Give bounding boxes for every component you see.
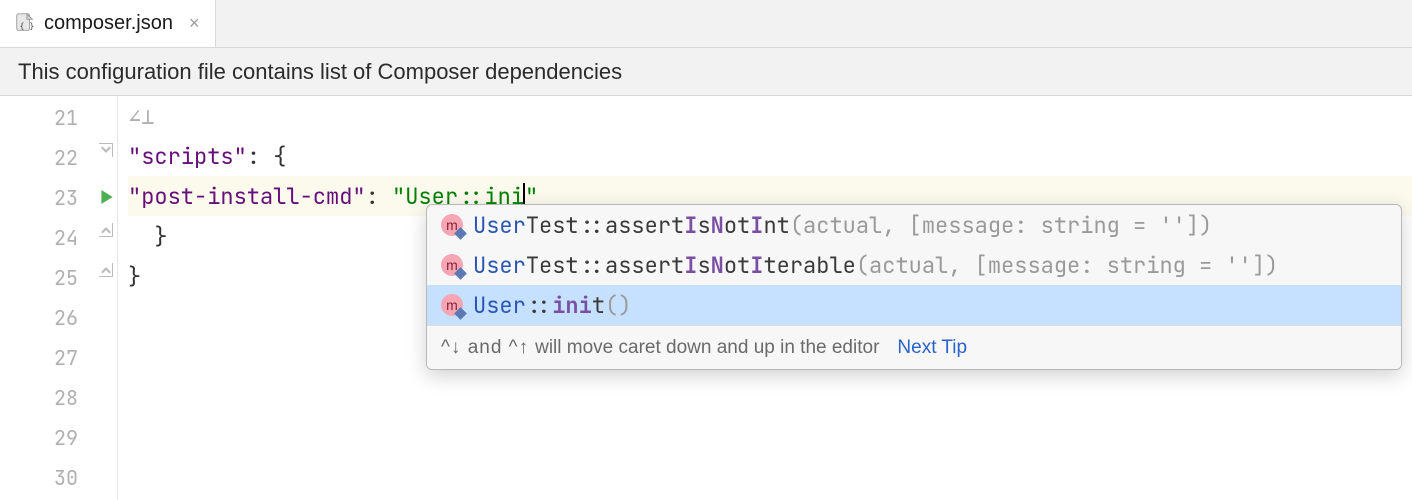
completion-popup: m UserTest::assertIsNotInt(actual, [mess… xyxy=(426,204,1402,370)
line-number: 25 xyxy=(0,258,94,298)
completion-text: UserTest::assertIsNotInt(actual, [messag… xyxy=(473,211,1212,240)
class-name: User xyxy=(473,251,526,280)
tab-filename: composer.json xyxy=(44,12,173,35)
json-file-icon: { } xyxy=(14,12,36,34)
class-name: User xyxy=(473,211,526,240)
method-part: ot xyxy=(724,251,750,280)
completion-item[interactable]: m UserTest::assertIsNotIterable(actual, … xyxy=(427,245,1401,285)
line-number: 28 xyxy=(0,378,94,418)
method-params: (actual, [message: string = '']) xyxy=(790,211,1212,240)
code-line: "scripts": { xyxy=(128,136,1412,176)
close-icon[interactable]: × xyxy=(187,13,202,34)
method-match: I xyxy=(684,211,697,240)
class-name-rest: Test xyxy=(526,251,579,280)
method-match: N xyxy=(711,211,724,240)
json-key: "scripts" xyxy=(128,142,247,171)
gutter: 21 22 23 24 25 26 27 28 29 30 xyxy=(0,96,94,500)
sep: :: xyxy=(579,251,605,280)
line-number: 27 xyxy=(0,338,94,378)
info-banner: This configuration file contains list of… xyxy=(0,48,1412,96)
line-number: 29 xyxy=(0,418,94,458)
json-punc: : xyxy=(366,182,392,211)
line-number: 26 xyxy=(0,298,94,338)
method-match: ini xyxy=(552,291,592,320)
completion-text: User::init() xyxy=(473,291,631,320)
hint-text: will move caret down and up in the edito… xyxy=(535,337,879,359)
fold-close-icon[interactable] xyxy=(98,222,114,238)
method-part: t xyxy=(592,291,605,320)
method-match: I xyxy=(750,211,763,240)
banner-text: This configuration file contains list of… xyxy=(18,59,622,85)
next-tip-link[interactable]: Next Tip xyxy=(897,337,967,359)
method-part: terable xyxy=(763,251,855,280)
line-number: 21 xyxy=(0,98,94,138)
method-match: I xyxy=(750,251,763,280)
completion-text: UserTest::assertIsNotIterable(actual, [m… xyxy=(473,251,1278,280)
editor-tab-composer-json[interactable]: { } composer.json × xyxy=(0,0,216,47)
method-match: N xyxy=(711,251,724,280)
method-params: (actual, [message: string = '']) xyxy=(856,251,1278,280)
json-punc: : { xyxy=(247,142,287,171)
line-number: 23 xyxy=(0,178,94,218)
code-line xyxy=(128,416,1412,456)
method-icon: m xyxy=(441,254,463,276)
tab-bar: { } composer.json × xyxy=(0,0,1412,48)
method-part: ot xyxy=(724,211,750,240)
sep: :: xyxy=(526,291,552,320)
code-line xyxy=(128,456,1412,496)
hint-shortcut: ^↓ and ^↑ xyxy=(441,337,529,359)
json-punc: } xyxy=(128,262,141,291)
method-part: assert xyxy=(605,211,684,240)
fold-close-icon[interactable] xyxy=(98,262,114,278)
json-string: " xyxy=(392,182,405,211)
json-punc: } xyxy=(128,222,168,251)
method-icon: m xyxy=(441,294,463,316)
method-part: s xyxy=(697,211,710,240)
method-part: assert xyxy=(605,251,684,280)
line-number: 24 xyxy=(0,218,94,258)
fold-open-icon[interactable] xyxy=(98,142,114,158)
method-icon: m xyxy=(441,214,463,236)
json-key: "post-install-cmd" xyxy=(128,182,366,211)
svg-text:{ }: { } xyxy=(20,21,35,31)
method-part: s xyxy=(697,251,710,280)
completion-item[interactable]: m UserTest::assertIsNotInt(actual, [mess… xyxy=(427,205,1401,245)
line-number-text: 23 xyxy=(54,185,78,211)
class-name-rest: Test xyxy=(526,211,579,240)
method-part: nt xyxy=(763,211,789,240)
code-line: ∠⊥ xyxy=(128,96,1412,136)
class-name: User xyxy=(473,291,526,320)
completion-hint-bar: ^↓ and ^↑ will move caret down and up in… xyxy=(427,325,1401,369)
sep: :: xyxy=(579,211,605,240)
fold-column xyxy=(94,96,118,500)
code-line xyxy=(128,376,1412,416)
line-number: 22 xyxy=(0,138,94,178)
line-number: 30 xyxy=(0,458,94,498)
method-params: () xyxy=(605,291,631,320)
completion-item-selected[interactable]: m User::init() xyxy=(427,285,1401,325)
method-match: I xyxy=(684,251,697,280)
